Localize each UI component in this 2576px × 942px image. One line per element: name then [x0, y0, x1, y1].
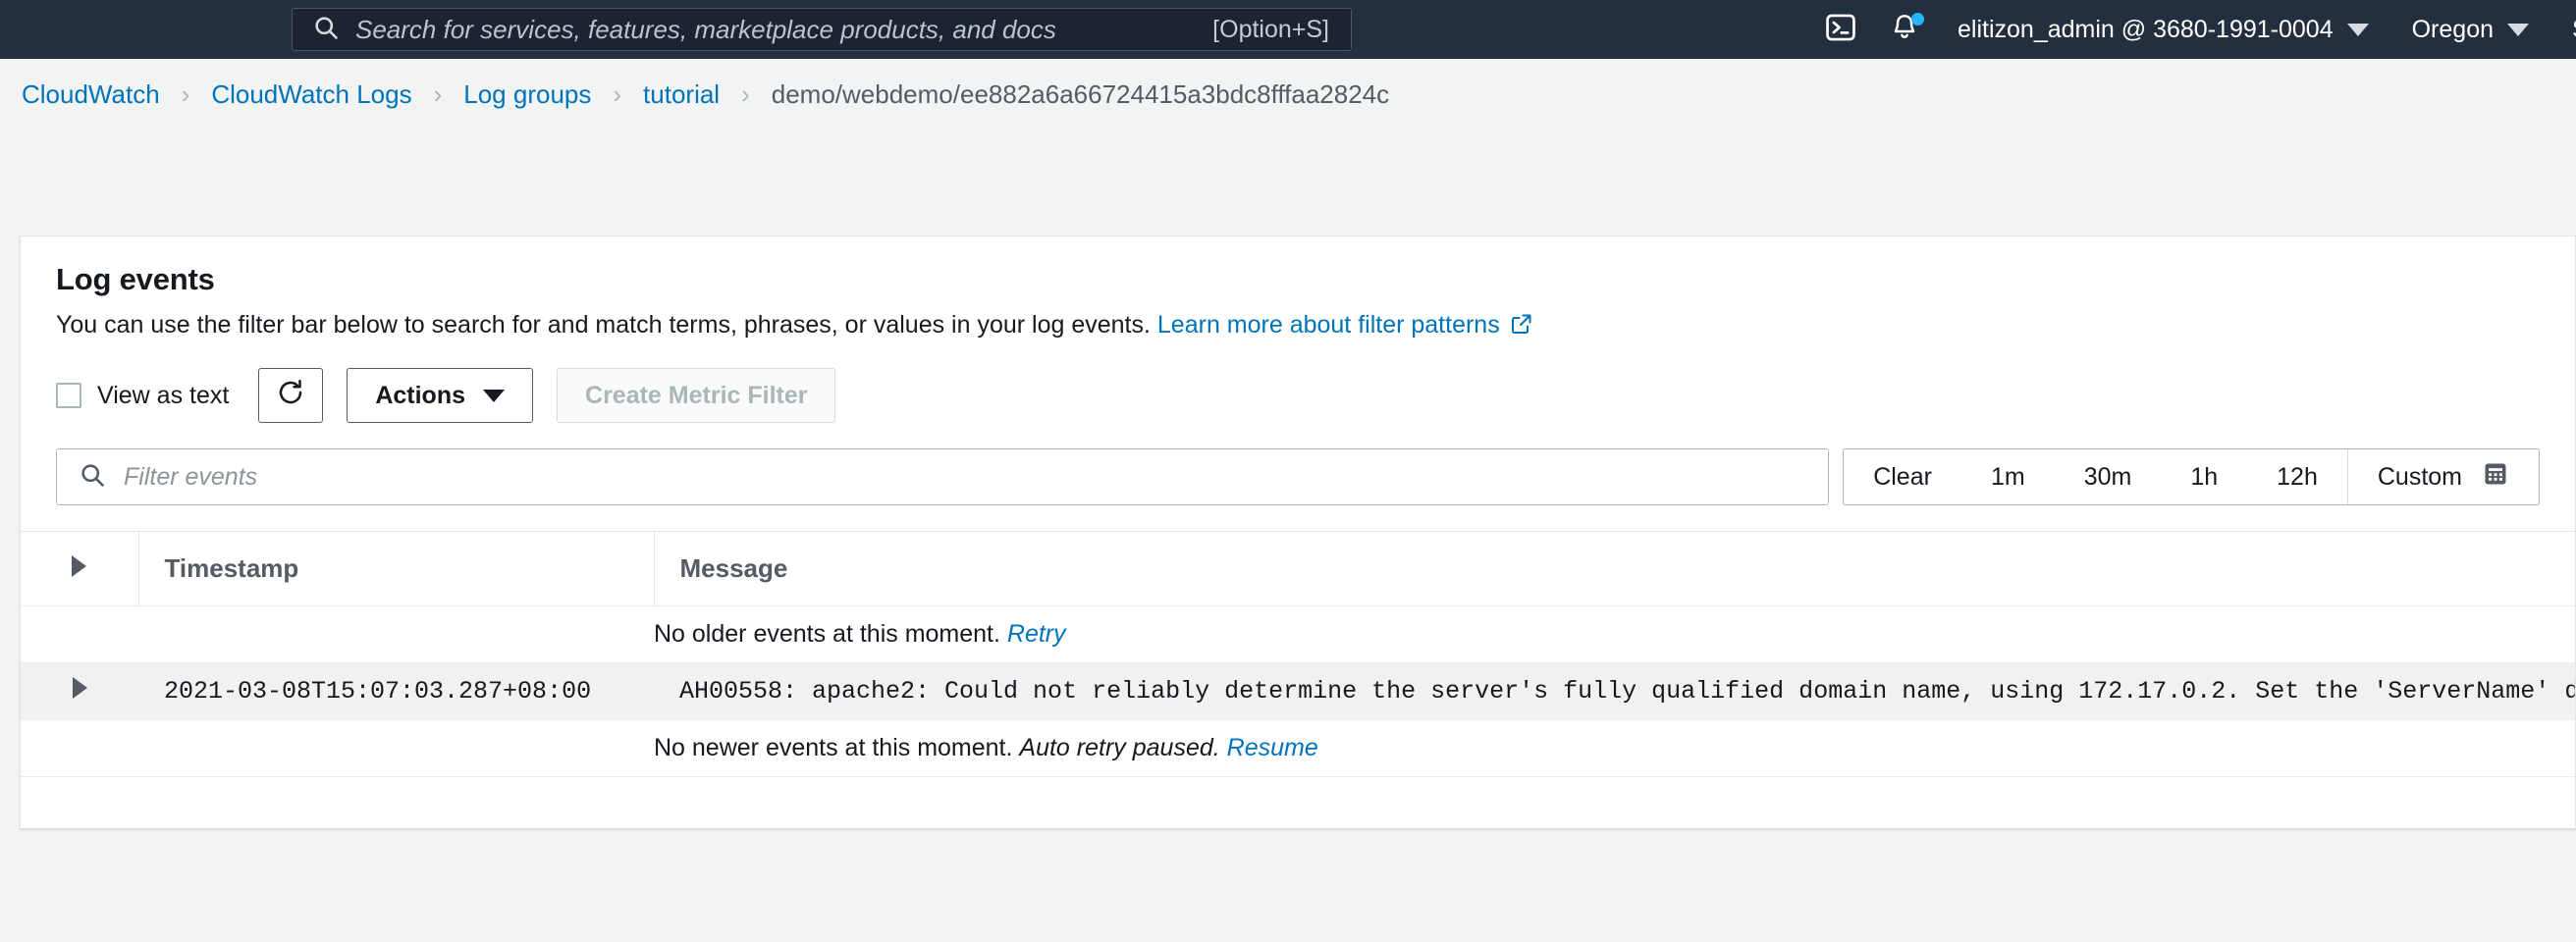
external-link-icon [1510, 312, 1533, 342]
account-menu-label: elitizon_admin @ 3680-1991-0004 [1958, 16, 2334, 44]
no-older-events-message: No older events at this moment. Retry [654, 606, 2575, 663]
calendar-icon [2482, 460, 2509, 495]
time-range-30m-button[interactable]: 30m [2055, 449, 2162, 504]
breadcrumb-item-tutorial[interactable]: tutorial [643, 79, 720, 110]
nav-right-group: elitizon_admin @ 3680-1991-0004 Oregon S [1808, 0, 2576, 59]
row-message: AH00558: apache2: Could not reliably det… [654, 663, 2575, 720]
notifications-button[interactable] [1873, 0, 1936, 59]
retry-link[interactable]: Retry [1007, 620, 1066, 648]
support-menu-label: S [2572, 16, 2576, 44]
time-range-12h-button[interactable]: 12h [2247, 449, 2347, 504]
resume-link[interactable]: Resume [1227, 734, 1318, 761]
no-newer-events-row: No newer events at this moment. Auto ret… [21, 720, 2575, 777]
actions-button-label: Actions [375, 382, 465, 410]
time-range-1m-button[interactable]: 1m [1961, 449, 2055, 504]
filter-events-input[interactable]: Filter events [56, 448, 1829, 505]
refresh-icon [276, 378, 305, 414]
table-body: No older events at this moment. Retry 20… [21, 606, 2575, 828]
account-menu[interactable]: elitizon_admin @ 3680-1991-0004 [1936, 0, 2390, 59]
time-range-selector: Clear 1m 30m 1h 12h Custom [1843, 448, 2540, 505]
create-metric-filter-label: Create Metric Filter [585, 382, 807, 410]
page-body: CloudWatch › CloudWatch Logs › Log group… [0, 59, 2576, 942]
no-newer-events-message: No newer events at this moment. Auto ret… [654, 720, 2575, 777]
row-expand-toggle[interactable] [21, 663, 138, 720]
time-range-custom-button[interactable]: Custom [2348, 449, 2539, 504]
table-row[interactable]: 2021-03-08T15:07:03.287+08:00 AH00558: a… [21, 663, 2575, 720]
log-events-panel: Log events You can use the filter bar be… [20, 236, 2576, 829]
breadcrumb-item-cloudwatch-logs[interactable]: CloudWatch Logs [211, 79, 411, 110]
no-older-events-text: No older events at this moment. [654, 620, 1000, 648]
learn-more-link[interactable]: Learn more about filter patterns [1157, 311, 1500, 339]
filter-events-placeholder: Filter events [124, 463, 257, 492]
cloudshell-button[interactable] [1808, 0, 1873, 59]
region-menu-label: Oregon [2412, 16, 2494, 44]
search-icon [312, 14, 340, 46]
auto-retry-status: Auto retry paused. [1019, 734, 1219, 761]
region-menu[interactable]: Oregon [2390, 0, 2550, 59]
chevron-right-icon[interactable] [73, 677, 87, 699]
chevron-right-icon[interactable] [72, 555, 86, 577]
row-expand-cell [21, 606, 138, 663]
global-search-shortcut: [Option+S] [1212, 16, 1329, 44]
global-search-placeholder: Search for services, features, marketpla… [355, 15, 1212, 45]
breadcrumb-separator-icon: › [182, 79, 190, 110]
panel-description: You can use the filter bar below to sear… [56, 311, 2540, 342]
cloudshell-icon [1824, 11, 1857, 49]
breadcrumb-item-cloudwatch[interactable]: CloudWatch [22, 79, 160, 110]
chevron-down-icon [483, 390, 505, 402]
view-as-text-checkbox[interactable] [56, 383, 81, 408]
row-expand-cell [21, 720, 138, 777]
panel-header: Log events You can use the filter bar be… [21, 236, 2575, 342]
breadcrumb-separator-icon: › [741, 79, 750, 110]
time-range-clear-button[interactable]: Clear [1844, 449, 1961, 504]
row-timestamp-cell [138, 720, 654, 777]
table-footer-spacer [21, 777, 2575, 828]
notification-badge-dot [1911, 13, 1924, 26]
panel-toolbar: View as text Actions Create Metric Filte… [21, 342, 2575, 448]
page-title: Log events [56, 262, 2540, 297]
table-header-row: Timestamp Message [21, 532, 2575, 606]
log-events-table: Timestamp Message No older events at thi… [21, 531, 2575, 828]
support-menu[interactable]: S [2550, 0, 2576, 59]
time-range-1h-button[interactable]: 1h [2161, 449, 2247, 504]
refresh-button[interactable] [258, 368, 323, 423]
breadcrumb-item-log-groups[interactable]: Log groups [463, 79, 591, 110]
actions-button[interactable]: Actions [347, 368, 533, 423]
global-search-input[interactable]: Search for services, features, marketpla… [292, 8, 1352, 51]
no-older-events-row: No older events at this moment. Retry [21, 606, 2575, 663]
chevron-down-icon [2347, 24, 2369, 36]
no-newer-events-text: No newer events at this moment. [654, 734, 1012, 761]
top-navigation-bar: Search for services, features, marketpla… [0, 0, 2576, 59]
breadcrumb-item-current: demo/webdemo/ee882a6a66724415a3bdc8fffaa… [772, 79, 1389, 110]
table-header: Timestamp Message [21, 532, 2575, 606]
create-metric-filter-button[interactable]: Create Metric Filter [557, 368, 835, 423]
time-range-custom-label: Custom [2378, 463, 2462, 492]
row-timestamp: 2021-03-08T15:07:03.287+08:00 [138, 663, 654, 720]
breadcrumb-separator-icon: › [434, 79, 443, 110]
breadcrumb: CloudWatch › CloudWatch Logs › Log group… [0, 59, 2576, 130]
column-header-message[interactable]: Message [654, 532, 2575, 606]
row-timestamp-cell [138, 606, 654, 663]
panel-description-text: You can use the filter bar below to sear… [56, 311, 1151, 339]
view-as-text-checkbox-wrapper[interactable]: View as text [56, 382, 229, 410]
column-header-timestamp[interactable]: Timestamp [138, 532, 654, 606]
search-icon [79, 461, 106, 494]
view-as-text-label: View as text [97, 382, 229, 410]
breadcrumb-separator-icon: › [613, 79, 621, 110]
chevron-down-icon [2507, 24, 2529, 36]
filter-row: Filter events Clear 1m 30m 1h 12h Custom [21, 448, 2575, 531]
expand-all-header[interactable] [21, 532, 138, 606]
